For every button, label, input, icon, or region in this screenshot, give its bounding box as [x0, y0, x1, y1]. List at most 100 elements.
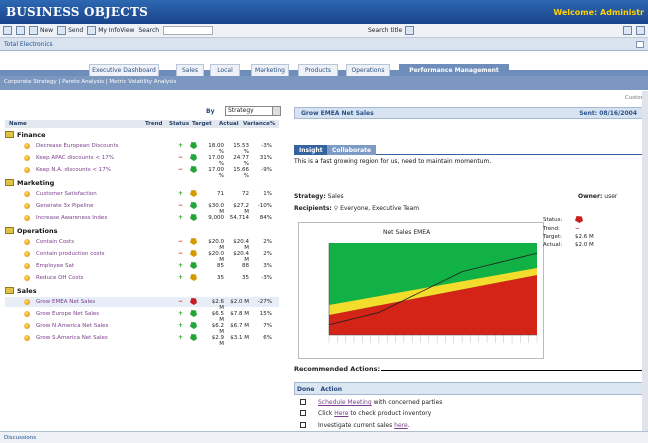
send-button[interactable]: Send — [57, 26, 83, 35]
metric-row[interactable]: Generate 3x Pipeline − $30.0 M $27.2 M -… — [5, 201, 279, 215]
metric-icon — [24, 239, 30, 245]
status-icon — [190, 142, 197, 149]
search-input[interactable] — [163, 26, 214, 35]
status-icon — [190, 202, 197, 209]
metric-row[interactable]: Keep N.A. discounts < 17% − 17.00 % 15.6… — [5, 165, 279, 179]
trend-indicator: + — [178, 322, 184, 329]
metric-row[interactable]: Reduce OH Costs + 35 35 -3% — [5, 273, 279, 283]
new-icon — [29, 26, 38, 35]
tab-local[interactable]: Local — [210, 64, 240, 76]
metric-row[interactable]: Keep APAC discounts < 17% − 17.00 % 24.7… — [5, 153, 279, 167]
category-finance[interactable]: Finance — [5, 130, 279, 140]
search-title-control[interactable]: Search title — [368, 26, 415, 35]
window-control-icon[interactable] — [636, 41, 644, 48]
metric-row[interactable]: Employee Sat + 85 88 3% — [5, 261, 279, 271]
search-button[interactable]: Search — [138, 27, 159, 34]
recipients-label: Recipients: — [294, 205, 332, 212]
back-icon[interactable] — [3, 26, 12, 35]
investigate-link[interactable]: here — [394, 422, 408, 429]
folder-icon — [5, 227, 14, 234]
tab-products[interactable]: Products — [298, 64, 338, 76]
trend-column-header: Trend — [145, 121, 163, 127]
metric-icon — [24, 167, 30, 173]
owner-value: user — [604, 193, 618, 200]
vertical-scrollbar[interactable] — [642, 91, 648, 431]
variance-value: 15% — [259, 311, 272, 317]
metric-icon — [24, 299, 30, 305]
goals-table-header: Name Trend Status Target Actual Variance… — [5, 120, 279, 128]
category-marketing[interactable]: Marketing — [5, 178, 279, 188]
action-checkbox-1[interactable] — [300, 399, 306, 405]
metric-link[interactable]: Decrease European Discounts — [36, 143, 119, 149]
metric-row[interactable]: Grow EMEA Net Sales − $2.6 M $2.0 M -27% — [5, 297, 279, 311]
help-icon[interactable] — [623, 26, 632, 35]
trend-indicator: + — [178, 334, 184, 341]
metric-link[interactable]: Contain Costs — [36, 239, 74, 245]
owner-field: Owner: user — [578, 193, 617, 200]
metric-icon — [24, 215, 30, 221]
metric-row[interactable]: Customer Satisfaction + 71 72 1% — [5, 189, 279, 199]
strategy-select[interactable]: Strategy — [225, 106, 281, 116]
category-operations[interactable]: Operations — [5, 226, 279, 236]
metric-row[interactable]: Grow S.America Net Sales + $2.9 M $3.1 M… — [5, 333, 279, 347]
metric-link[interactable]: Grow EMEA Net Sales — [36, 299, 95, 305]
sent-date: Sent: 08/16/2004 — [579, 110, 637, 117]
metric-row[interactable]: Grow N.America Net Sales + $6.2 M $6.7 M… — [5, 321, 279, 335]
myinfoview-label: My InfoView — [98, 27, 135, 34]
metric-link[interactable]: Customer Satisfaction — [36, 191, 97, 197]
metric-row[interactable]: Decrease European Discounts + 18.00 % 15… — [5, 141, 279, 155]
new-button[interactable]: New — [29, 26, 53, 35]
tab-insight[interactable]: Insight — [294, 145, 328, 155]
done-column-header: Done — [297, 386, 315, 393]
action-checkbox-3[interactable] — [300, 422, 306, 428]
metric-link[interactable]: Grow Europe Net Sales — [36, 311, 99, 317]
status-icon — [190, 154, 197, 161]
metric-link[interactable]: Grow N.America Net Sales — [36, 323, 108, 329]
category-sales[interactable]: Sales — [5, 286, 279, 296]
metric-link[interactable]: Increase Awareness Index — [36, 215, 107, 221]
metric-icon — [24, 335, 30, 341]
variance-value: 31% — [259, 155, 272, 161]
status-red-icon — [575, 216, 583, 223]
myinfoview-button[interactable]: My InfoView — [87, 26, 134, 35]
tab-operations[interactable]: Operations — [346, 64, 390, 76]
metric-row[interactable]: Increase Awareness Index + 9,000 54,714 … — [5, 213, 279, 223]
metric-link[interactable]: Generate 3x Pipeline — [36, 203, 93, 209]
metric-link[interactable]: Keep N.A. discounts < 17% — [36, 167, 111, 173]
metric-link[interactable]: Grow S.America Net Sales — [36, 335, 108, 341]
name-column-header: Name — [9, 121, 27, 127]
breadcrumb-label: Total Electronics — [4, 41, 53, 48]
tab-performance-management[interactable]: Performance Management — [399, 64, 509, 76]
status-icon — [190, 274, 197, 281]
metric-icon — [24, 251, 30, 257]
metric-row[interactable]: Contain Costs − $20.0 M $20.4 M 2% — [5, 237, 279, 251]
schedule-meeting-link[interactable]: Schedule Meeting — [318, 399, 372, 406]
search-title-icon[interactable] — [405, 26, 415, 35]
tab-executive-dashboard[interactable]: Executive Dashboard — [89, 64, 159, 76]
metric-link[interactable]: Employee Sat — [36, 263, 74, 269]
tab-marketing[interactable]: Marketing — [251, 64, 289, 76]
action-checkbox-2[interactable] — [300, 410, 306, 416]
metric-icon — [24, 275, 30, 281]
status-icon — [190, 310, 197, 317]
status-column-header: Status — [169, 121, 190, 127]
inventory-link[interactable]: Here — [334, 410, 348, 417]
actual-value: 88 — [242, 263, 249, 269]
metric-row[interactable]: Contain production costs − $20.0 M $20.4… — [5, 249, 279, 263]
discussions-label[interactable]: Discussions — [4, 435, 36, 441]
tab-collaborate[interactable]: Collaborate — [327, 145, 377, 155]
metric-row[interactable]: Grow Europe Net Sales + $6.5 M $7.8 M 15… — [5, 309, 279, 323]
dashboard-tabs: Executive Dashboard Sales Local Marketin… — [0, 58, 648, 76]
tab-sales[interactable]: Sales — [176, 64, 204, 76]
variance-value: 2% — [263, 239, 272, 245]
metric-link[interactable]: Contain production costs — [36, 251, 105, 257]
grid-icon[interactable] — [16, 26, 25, 35]
trend-indicator: − — [178, 238, 184, 245]
metric-link[interactable]: Reduce OH Costs — [36, 275, 83, 281]
analysis-links[interactable]: Corporate Strategy | Pareto Analysis | M… — [0, 76, 648, 90]
metric-icon — [24, 143, 30, 149]
preferences-icon[interactable] — [636, 26, 645, 35]
search-title-label: Search title — [368, 27, 403, 34]
metric-link[interactable]: Keep APAC discounts < 17% — [36, 155, 114, 161]
target-value: 35 — [217, 275, 224, 281]
